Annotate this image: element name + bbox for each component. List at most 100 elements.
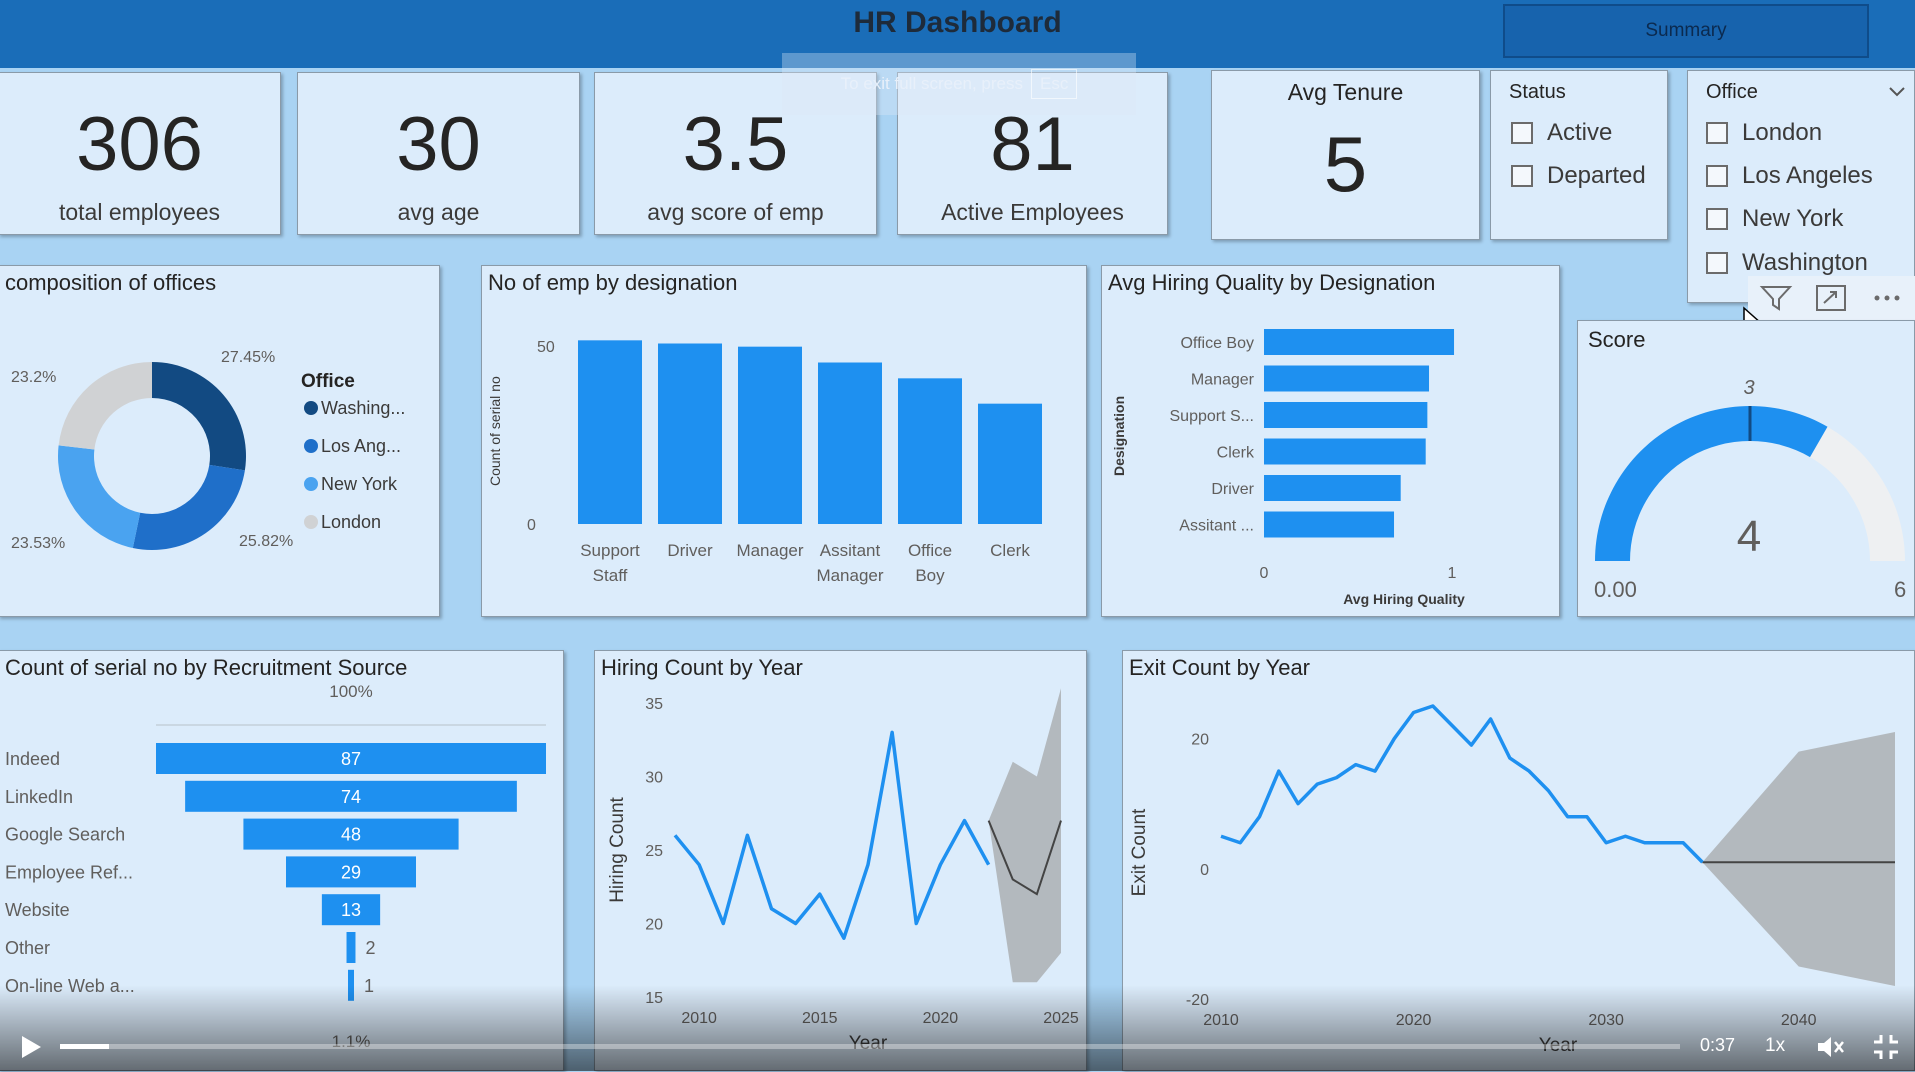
kpi-label: Active Employees: [941, 199, 1124, 225]
x-tick-label: Staff: [593, 566, 628, 585]
avg-tenure-card: Avg Tenure 5: [1211, 70, 1480, 240]
playback-speed-button[interactable]: 1x: [1765, 1035, 1785, 1057]
funnel-top-label: 100%: [329, 682, 372, 701]
bar-4: [1264, 438, 1426, 465]
funnel-value-label: 48: [341, 825, 361, 845]
checkbox-icon[interactable]: [1511, 122, 1533, 144]
designation-bar-chart: 50 0 Count of serial no Support Staff Driver M…: [487, 339, 1042, 585]
forecast-band: [1702, 732, 1895, 986]
legend-dot: [304, 439, 318, 453]
bar-3: [738, 346, 802, 524]
office-option-london[interactable]: London: [1706, 119, 1822, 147]
y-tick: 0: [1200, 862, 1209, 879]
fullscreen-exit-icon[interactable]: [1872, 1033, 1900, 1061]
option-label: Los Angeles: [1742, 162, 1873, 189]
mute-icon[interactable]: [1815, 1033, 1845, 1061]
bar-6: [978, 403, 1042, 524]
gauge-fill: [1595, 406, 1828, 561]
donut-slice-1: [152, 362, 246, 471]
checkbox-icon[interactable]: [1706, 122, 1728, 144]
donut-slice-3: [58, 445, 141, 549]
status-option-active[interactable]: Active: [1511, 119, 1612, 147]
bar-5: [898, 378, 962, 524]
status-slicer-title: Status: [1509, 81, 1566, 103]
x-axis-label: Avg Hiring Quality: [1343, 591, 1465, 607]
legend-label: Los Ang...: [321, 436, 401, 456]
x-tick-label: Boy: [915, 566, 945, 585]
summary-button[interactable]: Summary: [1503, 4, 1869, 58]
kpi-label: total employees: [58, 199, 221, 225]
time-display: 0:37: [1700, 1035, 1736, 1055]
score-gauge: 3 4 0.00 6: [1594, 377, 1906, 602]
y-tick: 35: [645, 696, 663, 713]
y-tick: 25: [645, 843, 663, 860]
focus-mode-icon[interactable]: [1814, 283, 1848, 313]
y-tick-label: Support S...: [1170, 408, 1255, 425]
forecast-band: [988, 688, 1061, 983]
funnel-value-label: 29: [341, 862, 361, 882]
gauge-value-label: 4: [1737, 512, 1761, 561]
play-icon[interactable]: [18, 1033, 44, 1061]
office-option-washington[interactable]: Washington: [1706, 249, 1868, 277]
kpi-card-avg-age: 30 avg age: [297, 72, 580, 235]
y-tick-label: Assitant ...: [1179, 518, 1254, 535]
checkbox-icon[interactable]: [1511, 165, 1533, 187]
y-axis-label: Designation: [1111, 396, 1127, 476]
donut-value-label: 23.53%: [11, 535, 65, 552]
option-label: New York: [1742, 205, 1844, 232]
option-label: Active: [1547, 119, 1613, 146]
gauge-min-label: 0.00: [1594, 577, 1637, 602]
funnel-category-label: Indeed: [5, 749, 60, 769]
y-tick-label: Driver: [1211, 481, 1254, 498]
x-tick: 1: [1448, 565, 1457, 582]
composition-of-offices-card: composition of offices 27.45% 25.82% 23.53…: [0, 265, 440, 617]
hiring-quality-bar-chart: Office Boy Manager Support S... Clerk Driver…: [1111, 329, 1465, 607]
more-options-icon[interactable]: [1870, 283, 1904, 313]
status-option-departed[interactable]: Departed: [1511, 162, 1646, 190]
bar-2: [1264, 365, 1430, 392]
kpi-label: avg score of emp: [647, 199, 824, 225]
funnel-value-label: 13: [341, 900, 361, 920]
office-slicer-title: Office: [1706, 81, 1758, 103]
office-option-new-york[interactable]: New York: [1706, 205, 1843, 233]
avg-tenure-value: 5: [1323, 120, 1368, 208]
progress-track[interactable]: [60, 1044, 1680, 1049]
gauge-max-label: 6: [1894, 577, 1906, 602]
x-tick-label: Manager: [736, 541, 803, 560]
funnel-category-label: Other: [5, 938, 50, 958]
y-tick-label: Clerk: [1217, 445, 1255, 462]
donut-slice-2: [132, 464, 245, 550]
chevron-down-icon[interactable]: [1888, 85, 1906, 99]
status-slicer: Status Active Departed: [1490, 70, 1668, 240]
checkbox-icon[interactable]: [1706, 252, 1728, 274]
office-option-los-angeles[interactable]: Los Angeles: [1706, 162, 1873, 190]
bar-1: [1264, 329, 1455, 355]
avg-hiring-quality-card: Avg Hiring Quality by Designation Office…: [1101, 265, 1560, 617]
office-slicer: Office London Los Angeles New York Washi…: [1687, 70, 1915, 303]
y-axis-label: Exit Count: [1129, 808, 1150, 896]
gauge-target-label: 3: [1743, 377, 1754, 399]
option-label: Washington: [1742, 249, 1868, 276]
funnel-category-label: LinkedIn: [5, 787, 73, 807]
donut-value-label: 25.82%: [239, 533, 293, 550]
legend-dot: [304, 515, 318, 529]
bar-2: [658, 343, 722, 524]
x-tick-label: Driver: [667, 541, 713, 560]
checkbox-icon[interactable]: [1706, 165, 1728, 187]
fullscreen-hint-text: To exit full screen, press: [840, 74, 1023, 93]
esc-key-label: Esc: [1031, 69, 1078, 99]
x-tick-label: Support: [580, 541, 640, 560]
bar-1: [578, 340, 642, 524]
x-tick: 0: [1260, 565, 1269, 582]
y-tick: 0: [527, 517, 536, 534]
legend-label: New York: [321, 474, 398, 494]
funnel-category-label: Google Search: [5, 825, 125, 845]
funnel-value-label: 74: [341, 787, 361, 807]
x-tick-label: Assitant: [820, 541, 881, 560]
series-line: [1220, 704, 1704, 864]
fullscreen-hint: To exit full screen, press Esc: [782, 53, 1136, 115]
checkbox-icon[interactable]: [1706, 208, 1728, 230]
funnel-category-label: Employee Ref...: [5, 862, 133, 882]
option-label: London: [1742, 119, 1823, 146]
score-gauge-card: Score 3 4 0.00 6: [1577, 320, 1915, 617]
